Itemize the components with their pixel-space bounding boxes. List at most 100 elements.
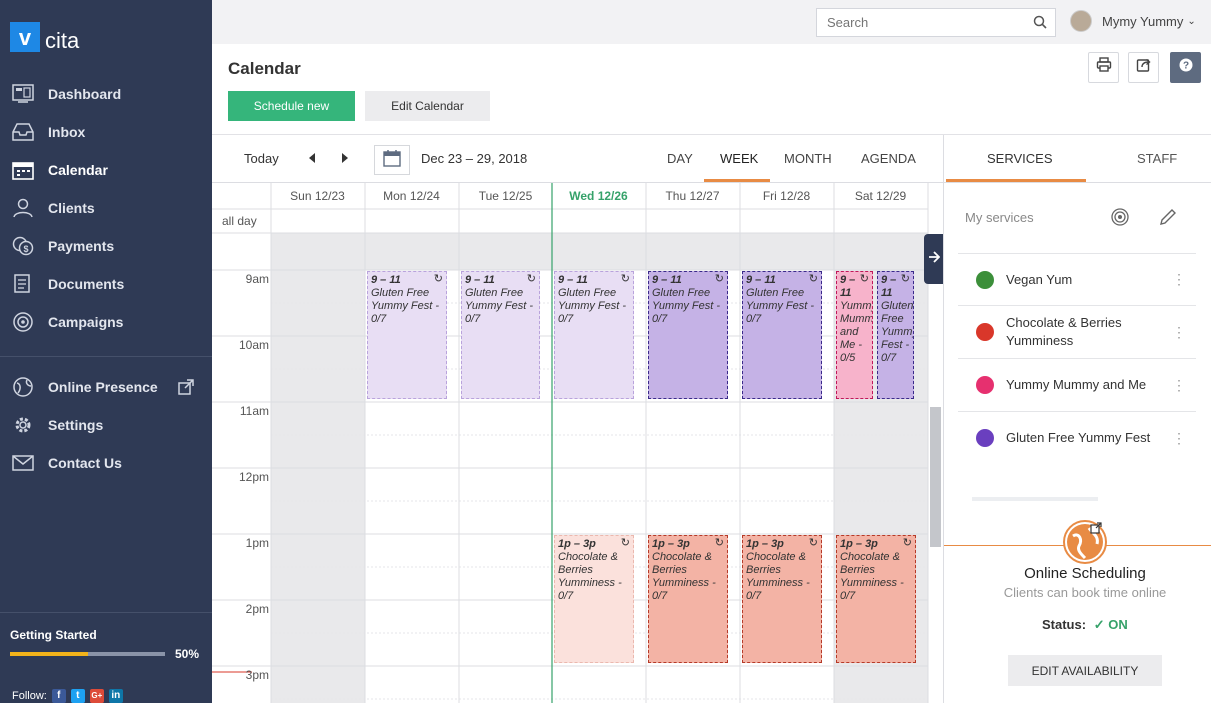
linkedin-icon[interactable]: in	[108, 689, 123, 703]
sidebar-item-settings[interactable]: Settings	[0, 406, 212, 444]
inbox-icon	[10, 121, 36, 143]
tab-staff[interactable]: STAFF	[1137, 151, 1177, 166]
sidebar-item-label: Documents	[48, 276, 125, 292]
recurring-icon: ↻	[620, 273, 630, 285]
search-input[interactable]	[817, 9, 1017, 36]
edit-availability-button[interactable]: EDIT AVAILABILITY	[1008, 655, 1162, 686]
chevron-down-icon: ⌄	[1187, 15, 1196, 27]
target-icon[interactable]	[1110, 207, 1130, 232]
event-title: Chocolate & Berries Yumminess - 0/7	[558, 551, 622, 602]
day-header[interactable]: Fri 12/28	[740, 189, 833, 203]
sidebar-item-calendar[interactable]: Calendar	[0, 151, 212, 189]
top-bar: Mymy Yummy ⌄	[212, 0, 1211, 44]
calendar-toolbar: Today Dec 23 – 29, 2018 DAY WEEK MONTH A…	[212, 135, 943, 183]
more-options-icon[interactable]: ⋮	[1172, 271, 1186, 288]
schedule-new-button[interactable]: Schedule new	[228, 91, 355, 121]
today-button[interactable]: Today	[244, 151, 279, 166]
sidebar-item-campaigns[interactable]: Campaigns	[0, 303, 212, 341]
external-link-icon[interactable]	[1090, 521, 1102, 539]
event-time: 9 – 11	[652, 274, 682, 286]
day-header[interactable]: Mon 12/24	[365, 189, 458, 203]
calendar-event[interactable]: 9 – 11↻Gluten Free Yummy Fest - 0/7	[648, 271, 728, 399]
event-title: Gluten Free Yummy Fest - 0/7	[465, 287, 534, 325]
service-item[interactable]: Vegan Yum ⋮	[958, 253, 1196, 305]
print-button[interactable]	[1088, 52, 1119, 83]
help-button[interactable]: ?	[1170, 52, 1201, 83]
tab-week[interactable]: WEEK	[720, 151, 758, 166]
event-title: Chocolate & Berries Yumminess - 0/7	[746, 551, 810, 602]
online-scheduling-subtitle: Clients can book time online	[1003, 585, 1167, 600]
sidebar-item-online-presence[interactable]: Online Presence	[0, 368, 212, 406]
twitter-icon[interactable]: t	[70, 689, 85, 703]
user-menu[interactable]: Mymy Yummy ⌄	[1070, 10, 1196, 32]
day-header[interactable]: Wed 12/26	[552, 189, 645, 203]
export-button[interactable]	[1128, 52, 1159, 83]
caret-right-icon	[341, 150, 349, 168]
day-header[interactable]: Sun 12/23	[271, 189, 364, 203]
svg-text:?: ?	[1182, 61, 1188, 72]
event-time: 9 – 11	[465, 274, 495, 286]
sidebar-item-payments[interactable]: $ Payments	[0, 227, 212, 265]
service-item[interactable]: Gluten Free Yummy Fest ⋮	[958, 411, 1196, 464]
recurring-icon: ↻	[900, 273, 910, 285]
collapse-panel-button[interactable]	[924, 234, 944, 284]
logo-text: cita	[45, 28, 80, 53]
day-header[interactable]: Sat 12/29	[834, 189, 927, 203]
sidebar-item-label: Online Presence	[48, 379, 158, 395]
sidebar-item-dashboard[interactable]: Dashboard	[0, 75, 212, 113]
event-title: Gluten Free Yummy Fest - 0/7	[371, 287, 440, 325]
status-value: ON	[1108, 617, 1128, 632]
facebook-icon[interactable]: f	[51, 689, 66, 703]
more-options-icon[interactable]: ⋮	[1172, 377, 1186, 394]
calendar-event[interactable]: 9 – 11↻Gluten Free Yummy Fest - 0/7	[554, 271, 634, 399]
day-header[interactable]: Thu 12/27	[646, 189, 739, 203]
service-item[interactable]: Chocolate & Berries Yumminess ⋮	[958, 305, 1196, 358]
pencil-icon[interactable]	[1158, 207, 1178, 232]
documents-icon	[10, 273, 36, 295]
nav-divider	[0, 356, 212, 357]
payments-icon: $	[10, 235, 36, 257]
hour-label: 10am	[238, 338, 269, 352]
event-title: Yummy Mummy and Me - 0/5	[840, 300, 873, 364]
service-color-dot	[976, 270, 994, 289]
edit-calendar-button[interactable]: Edit Calendar	[365, 91, 490, 121]
calendar-event[interactable]: 1p – 3p ↻ Chocolate & Berries Yumminess - …	[648, 535, 728, 663]
service-item[interactable]: Yummy Mummy and Me ⋮	[958, 358, 1196, 411]
sidebar-item-clients[interactable]: Clients	[0, 189, 212, 227]
day-header[interactable]: Tue 12/25	[459, 189, 552, 203]
calendar-icon	[10, 159, 36, 181]
calendar-event[interactable]: 1p – 3p ↻ Chocolate & Berries Yumminess - …	[836, 535, 916, 663]
getting-started[interactable]: Getting Started 50% Follow: f t G+ in	[0, 612, 212, 703]
calendar-event[interactable]: 9 – 11↻ Yummy Mummy and Me - 0/5	[836, 271, 873, 399]
calendar-event[interactable]: 1p – 3p ↻ Chocolate & Berries Yumminess - …	[554, 535, 634, 663]
more-options-icon[interactable]: ⋮	[1172, 324, 1186, 341]
tab-services[interactable]: SERVICES	[987, 151, 1053, 166]
list-scrollbar	[972, 497, 1098, 501]
mail-icon	[10, 452, 36, 474]
googleplus-icon[interactable]: G+	[89, 689, 104, 703]
service-name: Vegan Yum	[1006, 271, 1073, 287]
calendar-event[interactable]: 9 – 11↻Gluten Free Yummy Fest - 0/7	[367, 271, 447, 399]
calendar-event[interactable]: 9 – 11↻Gluten Free Yummy Fest - 0/7	[461, 271, 540, 399]
tab-agenda[interactable]: AGENDA	[861, 151, 916, 166]
external-link-icon	[178, 379, 194, 398]
calendar-event[interactable]: 1p – 3p ↻ Chocolate & Berries Yumminess - …	[742, 535, 822, 663]
sidebar-item-documents[interactable]: Documents	[0, 265, 212, 303]
date-range: Dec 23 – 29, 2018	[421, 151, 528, 166]
sidebar-item-label: Clients	[48, 200, 95, 216]
tab-month[interactable]: MONTH	[784, 151, 832, 166]
caret-left-icon	[308, 150, 316, 168]
tab-day[interactable]: DAY	[667, 151, 693, 166]
grid-scrollbar[interactable]	[930, 407, 941, 547]
calendar-event[interactable]: 9 – 11↻Gluten Free Yummy Fest - 0/7	[742, 271, 822, 399]
next-week-button[interactable]	[337, 149, 353, 169]
search-icon[interactable]	[1033, 15, 1047, 34]
more-options-icon[interactable]: ⋮	[1172, 430, 1186, 447]
calendar-event[interactable]: 9 – 11↻Gluten Free Yummy Fest - 0/7	[877, 271, 914, 399]
service-name: Yummy Mummy and Me	[1006, 377, 1147, 392]
sidebar-item-inbox[interactable]: Inbox	[0, 113, 212, 151]
date-picker-button[interactable]	[374, 145, 410, 175]
avatar	[1070, 10, 1092, 32]
sidebar-item-contact-us[interactable]: Contact Us	[0, 444, 212, 482]
prev-week-button[interactable]	[304, 149, 320, 169]
